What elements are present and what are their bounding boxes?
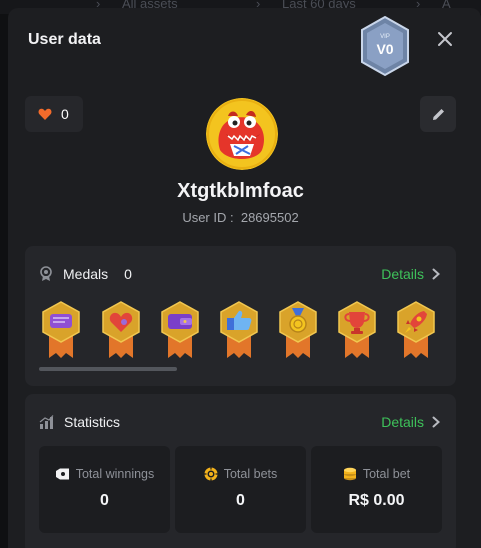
- medals-details-label: Details: [381, 266, 424, 282]
- username: Xtgtkblmfoac: [177, 180, 304, 202]
- edit-profile-button[interactable]: [420, 96, 456, 132]
- statistics-card: Statistics Details Total winnings 0 Tota…: [25, 394, 456, 548]
- total-bets-value: 0: [236, 492, 245, 509]
- modal-title: User data: [28, 31, 101, 48]
- statistics-details-link[interactable]: Details: [381, 414, 440, 430]
- chevron-right-icon: [432, 416, 440, 428]
- statistics-title: Statistics: [64, 414, 121, 430]
- heart-medal-icon[interactable]: [99, 300, 143, 360]
- vip-badge[interactable]: VIP V0: [360, 16, 410, 78]
- wallet-medal-icon[interactable]: [158, 300, 202, 360]
- chat-medal-icon[interactable]: [39, 300, 83, 360]
- total-winnings-label: Total winnings: [75, 467, 155, 481]
- thumbs-up-medal-icon[interactable]: [217, 300, 261, 360]
- medals-card: Medals 0 Details: [25, 246, 456, 386]
- total-bets-stat: Total bets 0: [175, 446, 306, 533]
- likes-button[interactable]: 0: [25, 96, 83, 132]
- total-bet-value: R$ 0.00: [348, 492, 405, 509]
- user-id-value: 28695502: [240, 210, 299, 225]
- heart-icon: [38, 108, 52, 120]
- chevron-right-icon: [432, 268, 440, 280]
- user-id-label: User ID :: [182, 210, 234, 225]
- user-id-line: User ID : 28695502: [8, 210, 473, 225]
- user-data-modal: User data VIP V0 0 Xtgtkblmfoac User ID …: [8, 8, 481, 548]
- total-bets-label: Total bets: [223, 467, 278, 481]
- total-bet-label: Total bet: [362, 467, 411, 481]
- total-winnings-value: 0: [100, 492, 109, 509]
- medal-icon: [40, 266, 52, 281]
- total-winnings-stat: Total winnings 0: [39, 446, 170, 533]
- gold-coin-medal-icon[interactable]: [276, 300, 320, 360]
- trophy-medal-icon[interactable]: [335, 300, 379, 360]
- statistics-header: Statistics: [39, 414, 120, 430]
- medals-details-link[interactable]: Details: [381, 266, 440, 282]
- medals-title: Medals: [63, 266, 109, 282]
- ticket-icon: [55, 468, 69, 480]
- close-icon[interactable]: [436, 30, 454, 48]
- vip-label: VIP: [380, 34, 390, 40]
- vip-level: V0: [376, 41, 393, 57]
- medals-count: 0: [124, 266, 132, 282]
- statistics-details-label: Details: [381, 414, 424, 430]
- bar-chart-icon: [39, 415, 54, 429]
- medals-list: [39, 300, 459, 364]
- avatar: [206, 98, 278, 170]
- pencil-icon: [432, 108, 444, 120]
- rocket-medal-icon[interactable]: [394, 300, 438, 360]
- total-bet-stat: Total bet R$ 0.00: [311, 446, 442, 533]
- coins-icon: [343, 467, 356, 481]
- medals-scrollbar[interactable]: [39, 367, 177, 371]
- likes-count: 0: [61, 106, 69, 122]
- chip-icon: [204, 467, 218, 481]
- medals-header: Medals 0: [39, 266, 132, 282]
